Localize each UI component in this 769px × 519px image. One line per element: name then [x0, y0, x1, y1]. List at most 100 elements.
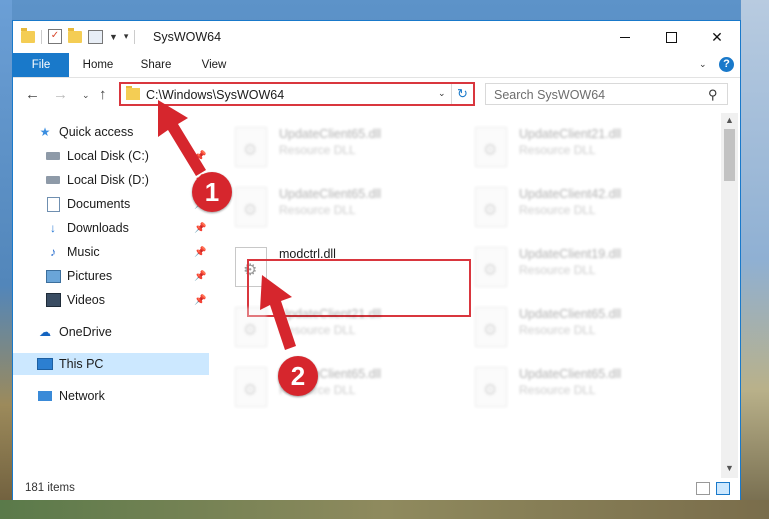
tiles-view-icon[interactable]	[716, 482, 730, 495]
item-count: 181 items	[25, 482, 75, 494]
videos-icon	[45, 293, 61, 307]
sidebar-item-this-pc[interactable]: This PC	[13, 353, 230, 375]
tab-share[interactable]: Share	[131, 53, 181, 77]
minimize-icon	[620, 36, 630, 38]
file-name: UpdateClient21.dll	[519, 127, 622, 141]
pin-icon: 📌	[194, 294, 207, 306]
maximize-button[interactable]	[648, 21, 694, 53]
cloud-icon: ☁	[39, 325, 51, 339]
pictures-icon	[45, 269, 61, 283]
dll-file-icon	[235, 127, 267, 167]
properties-check-icon[interactable]: ✓	[48, 29, 62, 44]
sidebar-item-network[interactable]: Network	[13, 385, 230, 407]
tab-home[interactable]: Home	[73, 53, 123, 77]
desktop-right	[741, 0, 769, 519]
file-name: UpdateClient65.dll	[279, 127, 382, 141]
sidebar-item-label: Documents	[67, 197, 131, 211]
properties-icon[interactable]	[88, 29, 103, 44]
sidebar-item-local-disk-c[interactable]: Local Disk (C:) 📌	[13, 145, 238, 167]
file-item[interactable]: UpdateClient21.dll Resource DLL	[229, 301, 449, 353]
desktop-bottom	[0, 500, 769, 519]
ribbon: File Home Share View ⌄ ?	[13, 53, 740, 78]
dll-file-icon	[235, 367, 267, 407]
network-shape	[38, 391, 52, 401]
sidebar-item-label: Quick access	[59, 125, 134, 139]
help-icon[interactable]: ?	[719, 57, 734, 72]
document-shape	[46, 196, 60, 212]
sidebar-item-label: Music	[67, 245, 100, 259]
dll-file-icon	[475, 367, 507, 407]
star-icon: ★	[39, 125, 51, 139]
folder-icon[interactable]	[21, 27, 35, 43]
file-item[interactable]: UpdateClient65.dll Resource DLL	[229, 121, 449, 173]
file-item[interactable]: UpdateClient19.dll Resource DLL	[469, 241, 689, 293]
dll-file-icon	[475, 127, 507, 167]
computer-shape	[37, 358, 53, 370]
dll-file-icon	[235, 307, 267, 347]
file-list: UpdateClient65.dll Resource DLL UpdateCl…	[209, 113, 721, 478]
new-folder-icon[interactable]	[68, 27, 82, 43]
drive-shape	[46, 152, 60, 160]
file-item[interactable]: UpdateClient65.dll Resource DLL	[469, 361, 689, 413]
forward-arrow-icon[interactable]: →	[53, 86, 68, 103]
back-arrow-icon[interactable]: ←	[25, 86, 40, 103]
tab-view[interactable]: View	[189, 53, 239, 77]
documents-icon	[45, 196, 61, 212]
close-icon: ✕	[711, 28, 723, 45]
file-item[interactable]: UpdateClient42.dll Resource DLL	[469, 181, 689, 233]
pin-icon: 📌	[194, 270, 207, 282]
dll-file-icon	[475, 247, 507, 287]
file-type: Resource DLL	[519, 383, 596, 397]
sidebar-item-label: Pictures	[67, 269, 113, 283]
sidebar-item-label: Videos	[67, 293, 105, 307]
vertical-scrollbar[interactable]: ▲ ▼	[721, 113, 738, 478]
step-badge-2: 2	[278, 356, 318, 396]
network-icon	[37, 389, 53, 403]
search-input[interactable]	[492, 86, 696, 104]
pin-icon: 📌	[194, 222, 207, 234]
window-title: SysWOW64	[153, 30, 222, 44]
close-button[interactable]: ✕	[694, 21, 740, 53]
maximize-icon	[665, 31, 677, 43]
file-item[interactable]: UpdateClient65.dll Resource DLL	[469, 301, 689, 353]
sidebar-item-quick-access[interactable]: ★ Quick access	[13, 121, 230, 143]
status-bar: 181 items	[13, 478, 740, 500]
drive-icon	[45, 173, 61, 187]
search-box[interactable]: ⚲	[485, 83, 728, 105]
toolbar-divider	[134, 29, 136, 44]
recent-locations-icon[interactable]: ⌄	[82, 90, 90, 101]
sidebar-item-label: This PC	[59, 357, 104, 371]
search-icon[interactable]: ⚲	[708, 87, 718, 103]
file-name: UpdateClient65.dll	[279, 187, 382, 201]
video-shape	[45, 293, 61, 307]
expand-ribbon-icon[interactable]: ⌄	[699, 59, 707, 70]
chevron-down-icon[interactable]: ▼	[109, 32, 118, 42]
file-type: Resource DLL	[519, 263, 596, 277]
sidebar-item-downloads[interactable]: ↓ Downloads 📌	[13, 217, 238, 239]
sidebar-item-label: Local Disk (C:)	[67, 149, 149, 163]
up-arrow-icon[interactable]: ↑	[99, 86, 107, 103]
sidebar-item-onedrive[interactable]: ☁ OneDrive	[13, 321, 230, 343]
sidebar-item-label: OneDrive	[59, 325, 112, 339]
file-item[interactable]: UpdateClient65.dll Resource DLL	[229, 181, 449, 233]
sidebar-item-videos[interactable]: Videos 📌	[13, 289, 238, 311]
scroll-down-icon[interactable]: ▼	[725, 463, 734, 473]
minimize-button[interactable]	[602, 21, 648, 53]
details-view-icon[interactable]	[696, 482, 710, 495]
customize-toolbar-icon[interactable]: ▾	[124, 31, 129, 42]
sidebar-item-music[interactable]: ♪ Music 📌	[13, 241, 238, 263]
navigation-pane: ★ Quick access Local Disk (C:) 📌 Local D…	[13, 113, 230, 478]
file-item[interactable]: UpdateClient65.dll Resource DLL	[229, 361, 449, 413]
scroll-up-icon[interactable]: ▲	[725, 115, 734, 125]
sidebar-item-pictures[interactable]: Pictures 📌	[13, 265, 238, 287]
toolbar-divider	[41, 29, 42, 44]
file-type: Resource DLL	[519, 203, 596, 217]
sidebar-item-label: Network	[59, 389, 105, 403]
pin-icon: 📌	[194, 150, 207, 162]
step-badge-1: 1	[192, 172, 232, 212]
sidebar-item-label: Downloads	[67, 221, 129, 235]
file-item[interactable]: UpdateClient21.dll Resource DLL	[469, 121, 689, 173]
address-highlight	[119, 82, 475, 106]
scroll-thumb[interactable]	[724, 129, 735, 181]
tab-file[interactable]: File	[13, 53, 69, 77]
